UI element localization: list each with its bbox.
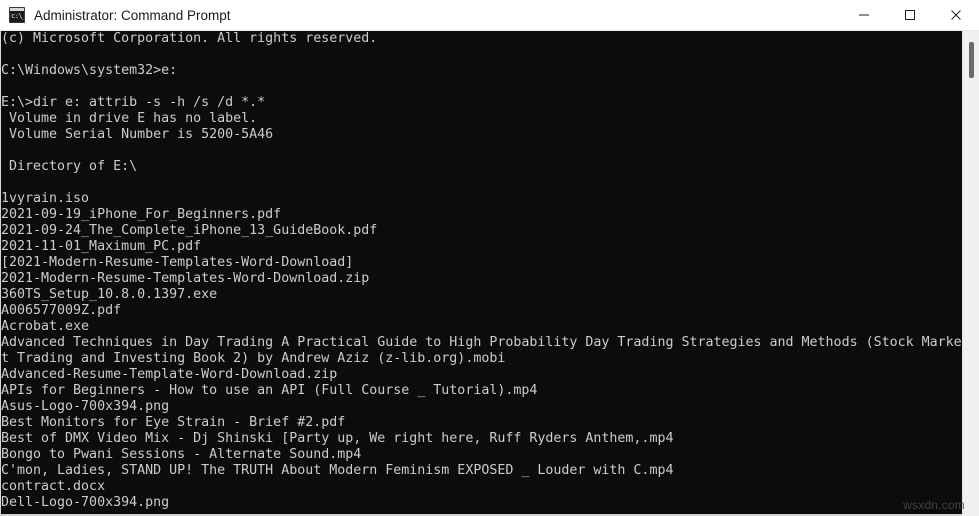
console-line: 2021-09-19_iPhone_For_Beginners.pdf	[1, 207, 282, 222]
console-line: Acrobat.exe	[1, 319, 90, 334]
console-line: Asus-Logo-700x394.png	[1, 399, 170, 414]
window-title: Administrator: Command Prompt	[34, 7, 231, 23]
console-line: Advanced Techniques in Day Trading A Pra…	[1, 335, 961, 350]
console-line: APIs for Beginners - How to use an API (…	[1, 383, 538, 398]
scrollbar-thumb[interactable]	[969, 42, 974, 78]
console-line: E:\>dir e: attrib -s -h /s /d *.*	[1, 95, 266, 110]
console-line: Best Monitors for Eye Strain - Brief #2.…	[1, 415, 346, 430]
icon-titlebar-strip	[10, 8, 24, 11]
console-scrollbar[interactable]	[962, 31, 979, 516]
close-button[interactable]	[933, 0, 979, 31]
console-line: t Trading and Investing Book 2) by Andre…	[1, 351, 506, 366]
console-line: 2021-09-24_The_Complete_iPhone_13_GuideB…	[1, 223, 378, 238]
window-left-edge	[0, 31, 1, 516]
console-line: C'mon, Ladies, STAND UP! The TRUTH About…	[1, 463, 674, 478]
console-line: Volume in drive E has no label.	[1, 111, 258, 126]
console-line: A006577009Z.pdf	[1, 303, 122, 318]
console-line: (c) Microsoft Corporation. All rights re…	[1, 31, 378, 46]
console-line: Dell-Logo-700x394.png	[1, 495, 170, 510]
console-output-area[interactable]: (c) Microsoft Corporation. All rights re…	[0, 31, 979, 516]
console-line: Volume Serial Number is 5200-5A46	[1, 127, 274, 142]
icon-prompt-glyph: c:\_	[11, 12, 25, 20]
command-prompt-window: c:\_ Administrator: Command Prompt (c) M…	[0, 0, 979, 516]
maximize-button[interactable]	[887, 0, 933, 31]
console-line: [2021-Modern-Resume-Templates-Word-Downl…	[1, 255, 354, 270]
console-line: 360TS_Setup_10.8.0.1397.exe	[1, 287, 218, 302]
console-line: C:\Windows\system32>e:	[1, 63, 178, 78]
console-line: 1vyrain.iso	[1, 191, 90, 206]
console-line: 2021-Modern-Resume-Templates-Word-Downlo…	[1, 271, 370, 286]
command-prompt-icon: c:\_	[9, 7, 25, 23]
console-line: 2021-11-01_Maximum_PC.pdf	[1, 239, 202, 254]
console-line: Best of DMX Video Mix - Dj Shinski [Part…	[1, 431, 674, 446]
minimize-button[interactable]	[841, 0, 887, 31]
console-text: (c) Microsoft Corporation. All rights re…	[1, 31, 961, 511]
console-line: Bongo to Pwani Sessions - Alternate Soun…	[1, 447, 362, 462]
window-titlebar: c:\_ Administrator: Command Prompt	[0, 0, 979, 31]
console-line: Directory of E:\	[1, 159, 138, 174]
console-line: Advanced-Resume-Template-Word-Download.z…	[1, 367, 338, 382]
console-line: contract.docx	[1, 479, 106, 494]
